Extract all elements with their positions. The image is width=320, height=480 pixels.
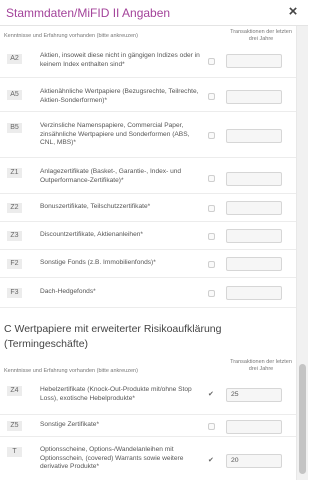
product-description: Aktien, insoweit diese nicht in gängigen… <box>40 52 200 68</box>
scrollbar-thumb[interactable] <box>299 364 306 474</box>
table-row: T Optionsscheine, Options-/Wandelanleihe… <box>0 437 296 477</box>
product-code: Z3 <box>7 231 22 241</box>
table-row: Z3 Discountzertifikate, Aktienanleihen* <box>0 222 296 250</box>
knowledge-checkbox[interactable] <box>208 233 215 240</box>
product-code: Z1 <box>7 168 22 178</box>
knowledge-checkbox[interactable] <box>208 456 215 465</box>
product-code: A2 <box>7 54 22 64</box>
product-code: A5 <box>7 90 22 100</box>
column-header-transactions: Transaktionen der letzten drei Jahre <box>230 359 292 372</box>
transactions-input[interactable] <box>226 54 282 68</box>
product-code: Z4 <box>7 386 22 396</box>
table-row: B5 Verzinsliche Namenspapiere, Commercia… <box>0 112 296 158</box>
table-row: F2 Sonstige Fonds (z.B. Immobilienfonds)… <box>0 250 296 278</box>
transactions-input[interactable]: 25 <box>226 388 282 402</box>
transactions-input[interactable] <box>226 90 282 104</box>
table-row: F3 Dach-Hedgefonds* <box>0 278 296 308</box>
product-description: Aktienähnliche Wertpapiere (Bezugsrechte… <box>40 88 199 104</box>
product-description: Verzinsliche Namenspapiere, Commercial P… <box>40 122 190 147</box>
transactions-input[interactable]: 20 <box>226 454 282 468</box>
product-code: T <box>7 447 22 457</box>
transactions-input[interactable] <box>226 286 282 300</box>
transactions-input[interactable] <box>226 257 282 271</box>
column-header-knowledge: Kenntnisse und Erfahrung vorhanden (bitt… <box>4 368 138 374</box>
knowledge-checkbox[interactable] <box>208 423 215 430</box>
column-header-transactions: Transaktionen der letzten drei Jahre <box>230 29 292 42</box>
product-description: Hebelzertifikate (Knock-Out-Produkte mit… <box>40 386 192 402</box>
table-row: Z5 Sonstige Zertifikate* <box>0 415 296 437</box>
product-code: Z5 <box>7 421 22 431</box>
product-code: B5 <box>7 123 22 133</box>
knowledge-checkbox[interactable] <box>208 261 215 268</box>
knowledge-checkbox[interactable] <box>208 290 215 297</box>
product-description: Optionsscheine, Options-/Wandelanleihen … <box>40 446 184 471</box>
transactions-input[interactable] <box>226 172 282 186</box>
product-description: Sonstige Fonds (z.B. Immobilienfonds)* <box>40 259 156 266</box>
knowledge-checkbox[interactable] <box>208 132 215 139</box>
scrollbar[interactable] <box>296 26 308 480</box>
column-header-knowledge: Kenntnisse und Erfahrung vorhanden (bitt… <box>4 33 138 39</box>
knowledge-checkbox[interactable] <box>208 205 215 212</box>
knowledge-checkbox[interactable] <box>208 390 215 399</box>
product-description: Dach-Hedgefonds* <box>40 288 96 295</box>
transactions-input[interactable] <box>226 129 282 143</box>
transactions-input[interactable] <box>226 229 282 243</box>
table-row: A5 Aktienähnliche Wertpapiere (Bezugsrec… <box>0 78 296 112</box>
transactions-input[interactable] <box>226 201 282 215</box>
table-row: Z1 Anlagezertifikate (Basket-, Garantie-… <box>0 158 296 194</box>
section-title: C Wertpapiere mit erweiterter Risikoaufk… <box>4 323 222 350</box>
product-description: Sonstige Zertifikate* <box>40 421 100 428</box>
product-description: Discountzertifikate, Aktienanleihen* <box>40 231 143 238</box>
table-row: Z2 Bonuszertifikate, Teilschutzzertifika… <box>0 194 296 222</box>
product-code: F2 <box>7 259 22 269</box>
knowledge-checkbox[interactable] <box>208 58 215 65</box>
product-description: Bonuszertifikate, Teilschutzzertifikate* <box>40 203 151 210</box>
modal-header: Stammdaten/MiFID II Angaben × <box>0 0 308 26</box>
close-icon[interactable]: × <box>284 3 302 21</box>
product-description: Anlagezertifikate (Basket-, Garantie-, I… <box>40 168 182 184</box>
knowledge-checkbox[interactable] <box>208 93 215 100</box>
knowledge-checkbox[interactable] <box>208 175 215 182</box>
transactions-input[interactable] <box>226 420 282 434</box>
product-code: F3 <box>7 288 22 298</box>
table-row: A2 Aktien, insoweit diese nicht in gängi… <box>0 46 296 78</box>
modal-content: Kenntnisse und Erfahrung vorhanden (bitt… <box>0 26 296 480</box>
table-row: Z4 Hebelzertifikate (Knock-Out-Produkte … <box>0 381 296 415</box>
modal-title: Stammdaten/MiFID II Angaben <box>6 6 171 20</box>
product-code: Z2 <box>7 203 22 213</box>
